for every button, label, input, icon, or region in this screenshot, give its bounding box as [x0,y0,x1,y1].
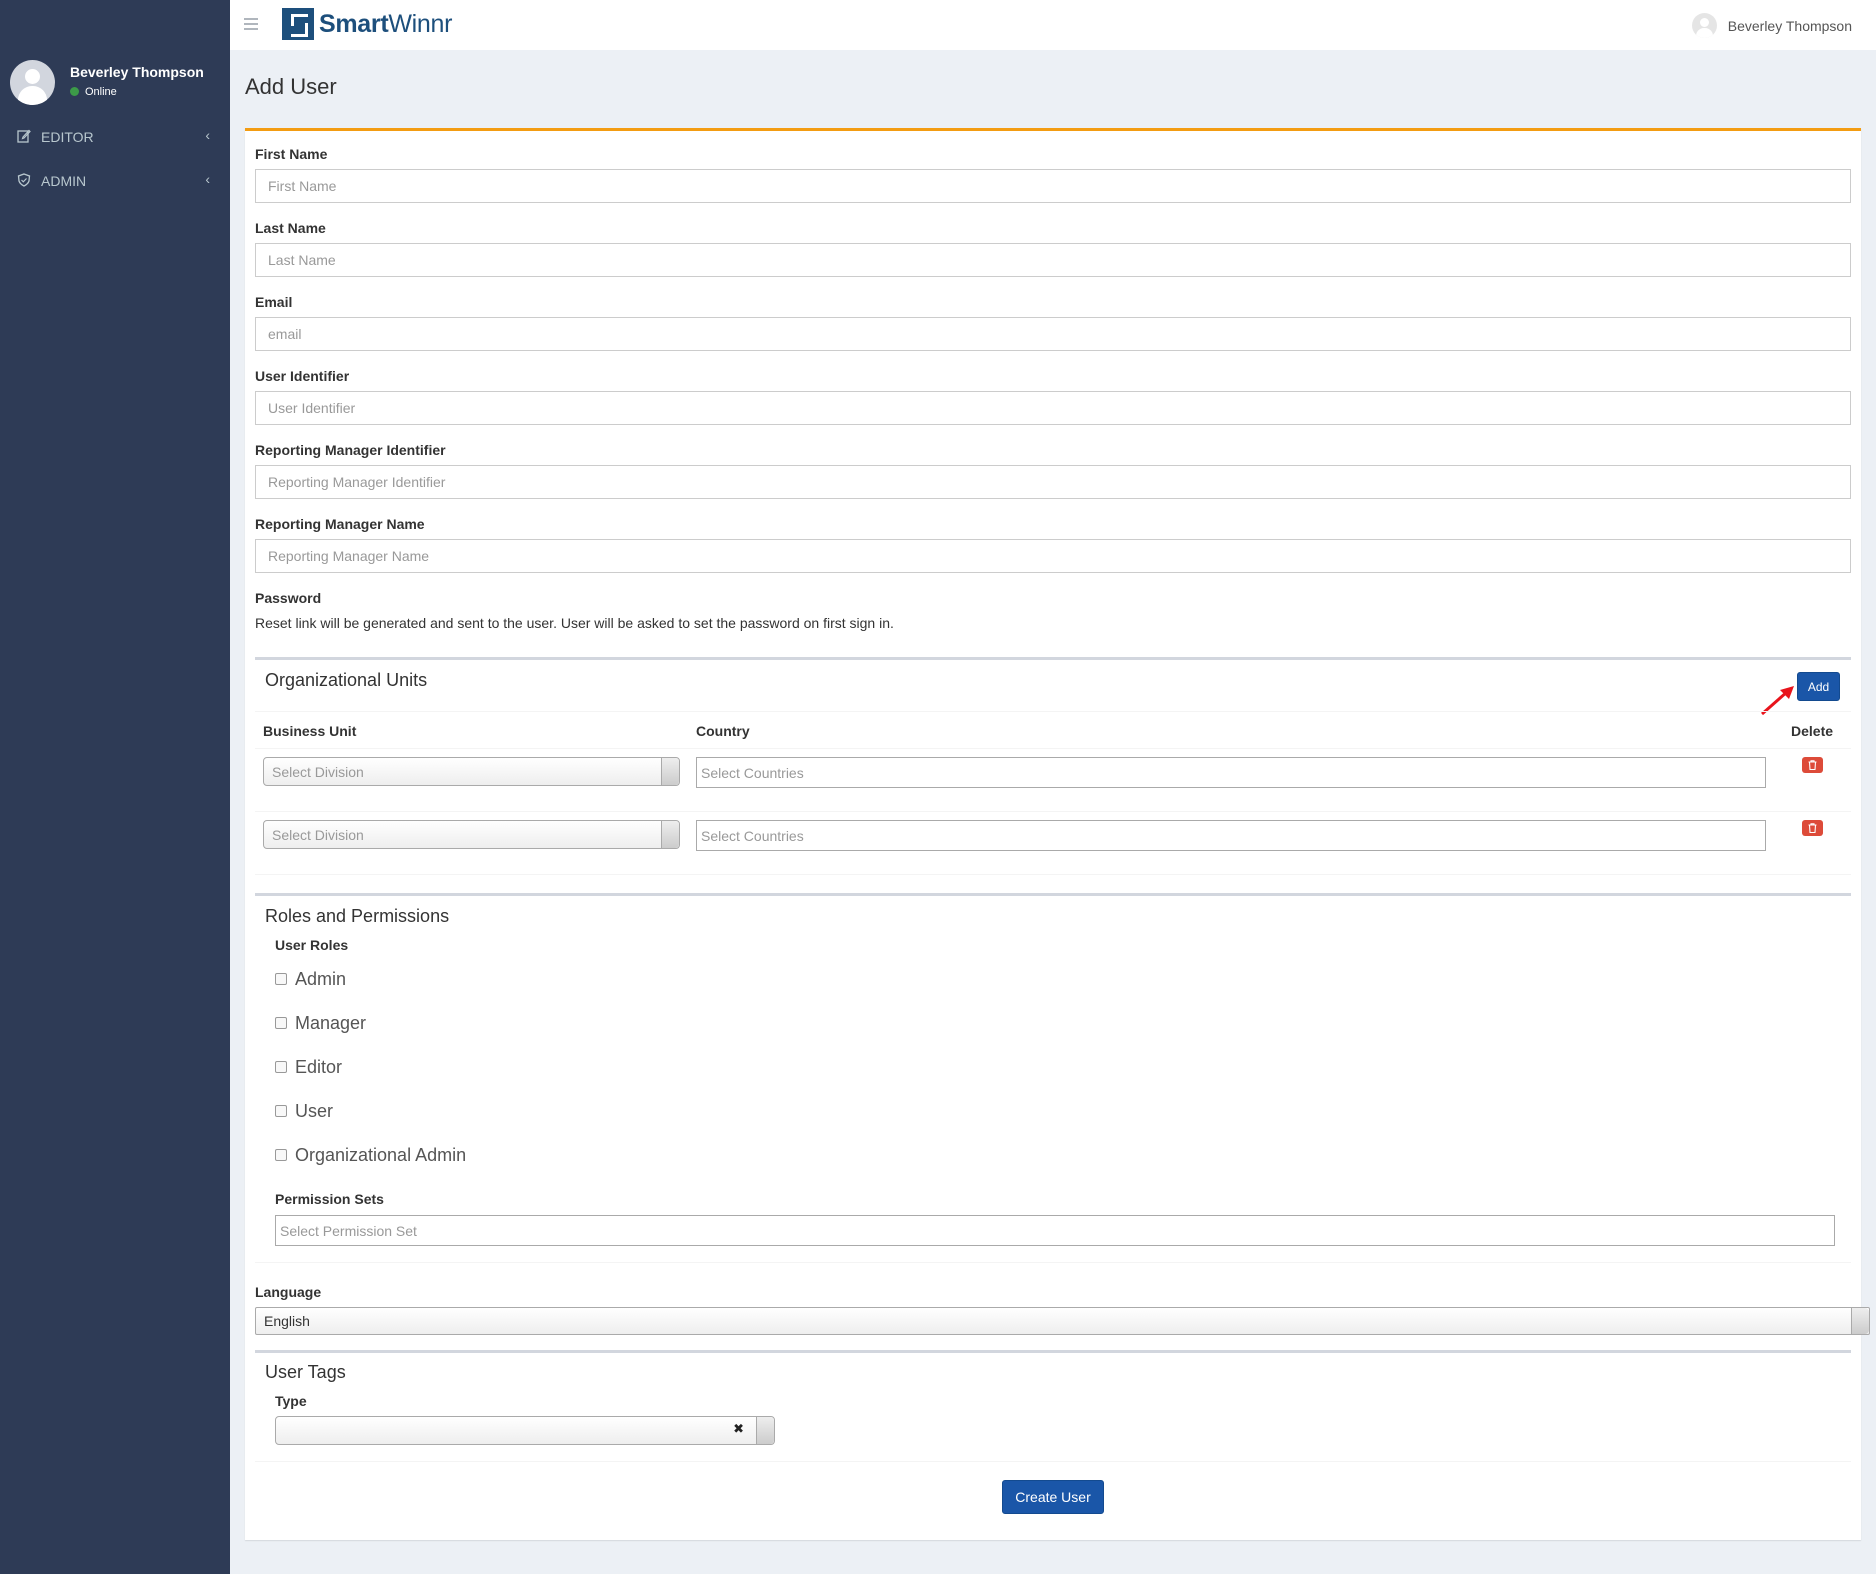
dropdown-arrow-icon [661,821,679,848]
last-name-field[interactable]: Last Name [255,243,1851,277]
roles-permissions-section [255,893,1851,1263]
sidebar-user-name: Beverley Thompson [70,64,204,80]
top-header: SmartWinnr Beverley Thompson [230,0,1876,50]
countries-select[interactable]: Select Countries [696,820,1766,851]
first-name-label: First Name [255,146,328,162]
sidebar: Beverley Thompson Online EDITOR ‹ ADMIN … [0,0,230,1574]
password-note: Reset link will be generated and sent to… [255,615,894,631]
user-avatar-icon [1691,13,1717,38]
language-label: Language [255,1284,322,1300]
sidebar-item-label: ADMIN [41,173,87,189]
checkbox[interactable] [275,1017,287,1029]
add-org-unit-button[interactable]: Add [1797,672,1840,701]
countries-select[interactable]: Select Countries [696,757,1766,788]
organizational-units-title: Organizational Units [265,670,428,690]
role-option-manager[interactable]: Manager [275,1011,366,1035]
trash-icon [1808,760,1817,770]
division-placeholder: Select Division [272,763,364,780]
password-label: Password [255,590,322,606]
email-label: Email [255,294,293,310]
brand-logo[interactable]: SmartWinnr [282,8,452,40]
sidebar-item-label: EDITOR [41,129,94,145]
role-label: Admin [295,968,347,989]
hamburger-menu-icon[interactable] [244,18,258,30]
sidebar-item-editor[interactable]: EDITOR ‹ [0,115,230,159]
avatar [10,60,55,105]
brand-name: SmartWinnr [319,9,453,38]
reporting-manager-name-label: Reporting Manager Name [255,516,425,532]
reporting-manager-identifier-label: Reporting Manager Identifier [255,442,446,458]
tag-type-select[interactable]: ✖ [275,1416,775,1445]
role-label: Manager [295,1012,367,1033]
user-identifier-label: User Identifier [255,368,350,384]
user-tags-section [255,1350,1851,1462]
shield-icon [17,173,31,187]
sidebar-item-admin[interactable]: ADMIN ‹ [0,159,230,203]
delete-row-button[interactable] [1802,820,1823,836]
role-option-user[interactable]: User [275,1099,333,1123]
checkbox[interactable] [275,1061,287,1073]
annotation-arrow-icon [1761,686,1794,716]
logo-mark-icon [282,8,314,40]
reporting-manager-identifier-field[interactable]: Reporting Manager Identifier [255,465,1851,499]
business-unit-column-header: Business Unit [263,723,357,739]
delete-column-header: Delete [1791,723,1834,739]
dropdown-arrow-icon [1851,1308,1869,1334]
language-select[interactable]: English [255,1307,1870,1335]
top-user-menu[interactable]: Beverley Thompson [1691,13,1852,38]
checkbox[interactable] [275,1105,287,1117]
checkbox[interactable] [275,973,287,985]
division-select[interactable]: Select Division [263,757,680,786]
division-select[interactable]: Select Division [263,820,680,849]
chevron-left-icon: ‹ [205,171,210,187]
division-placeholder: Select Division [272,826,364,843]
divider [255,811,1851,812]
user-panel: Beverley Thompson Online [10,60,225,106]
role-label: Editor [295,1056,343,1077]
edit-icon [17,129,31,143]
roles-permissions-title: Roles and Permissions [265,906,450,926]
chevron-left-icon: ‹ [205,127,210,143]
divider [255,748,1851,749]
divider [255,1461,1851,1462]
status-label: Online [85,86,117,98]
divider [255,1262,1851,1263]
clear-icon[interactable]: ✖ [733,1421,744,1437]
online-dot-icon [70,87,79,96]
permission-set-select[interactable]: Select Permission Set [275,1215,1835,1246]
divider [255,711,1851,712]
create-user-button[interactable]: Create User [1002,1480,1104,1514]
delete-row-button[interactable] [1802,757,1823,773]
role-option-editor[interactable]: Editor [275,1055,342,1079]
role-option-admin[interactable]: Admin [275,967,346,991]
dropdown-arrow-icon [756,1417,774,1444]
user-identifier-field[interactable]: User Identifier [255,391,1851,425]
user-roles-label: User Roles [275,937,349,953]
dropdown-arrow-icon [661,758,679,785]
top-user-name: Beverley Thompson [1727,17,1852,34]
tag-type-label: Type [275,1393,307,1409]
language-value: English [264,1313,310,1329]
country-column-header: Country [696,723,750,739]
first-name-field[interactable]: First Name [255,169,1851,203]
divider [255,874,1851,875]
checkbox[interactable] [275,1149,287,1161]
last-name-label: Last Name [255,220,326,236]
reporting-manager-name-field[interactable]: Reporting Manager Name [255,539,1851,573]
role-option-organizational-admin[interactable]: Organizational Admin [275,1143,466,1167]
role-label: User [295,1100,334,1121]
email-field[interactable]: email [255,317,1851,351]
role-label: Organizational Admin [295,1144,467,1165]
page-title: Add User [245,74,337,99]
permission-sets-label: Permission Sets [275,1191,384,1207]
online-status: Online [70,86,117,98]
user-tags-title: User Tags [265,1362,346,1382]
trash-icon [1808,823,1817,833]
